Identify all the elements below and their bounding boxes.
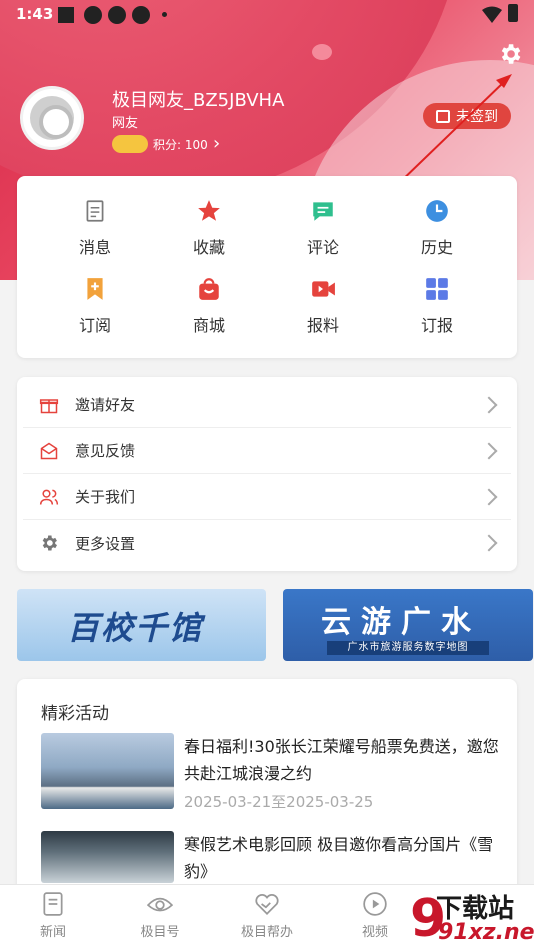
watermark-domain: 91xz.net	[438, 920, 534, 945]
menu-label: 意见反馈	[75, 442, 136, 460]
grid-item-report[interactable]: 报料	[268, 276, 378, 336]
message-icon	[86, 200, 104, 222]
chevron-right-icon	[480, 488, 498, 505]
feedback-icon	[40, 442, 58, 459]
activity-item[interactable]: 寒假艺术电影回顾 极目邀你看高分国片《雪豹》	[41, 831, 501, 891]
tab-label: 极目号	[140, 925, 180, 940]
wifi-icon	[482, 6, 502, 23]
activity-date: 2025-03-21至2025-03-25	[184, 793, 374, 811]
tab-video[interactable]: 视频	[335, 891, 415, 940]
app-notification-icon	[108, 6, 126, 24]
activity-title: 寒假艺术电影回顾 极目邀你看高分国片《雪豹》	[184, 835, 494, 881]
activity-thumbnail	[41, 733, 174, 809]
activities-card: 精彩活动 春日福利!30张长江荣耀号船票免费送，邀您共赴江城浪漫之约 2025-…	[17, 679, 517, 899]
activity-title: 春日福利!30张长江荣耀号船票免费送，邀您共赴江城浪漫之约	[184, 737, 499, 783]
clock-icon	[426, 200, 448, 222]
menu-item-feedback[interactable]: 意见反馈	[23, 428, 511, 474]
activity-item[interactable]: 春日福利!30张长江荣耀号船票免费送，邀您共赴江城浪漫之约 2025-03-21…	[41, 733, 501, 823]
shopping-bag-icon	[199, 278, 219, 300]
menu-item-invite[interactable]: 邀请好友	[23, 382, 511, 428]
gift-icon	[39, 398, 59, 413]
grid-label: 订报	[420, 316, 453, 335]
level-badge	[112, 135, 148, 153]
status-time: 1:43	[16, 5, 54, 23]
tab-jimu-help[interactable]: 极目帮办	[227, 891, 307, 940]
battery-icon	[508, 4, 518, 22]
more-notifications-icon	[162, 12, 167, 17]
grid-label: 商城	[192, 316, 225, 335]
star-icon	[198, 200, 220, 221]
checkin-button[interactable]: 未签到	[423, 103, 511, 129]
status-bar: 1:43	[0, 0, 534, 30]
grid-item-subscribe[interactable]: 订阅	[40, 276, 150, 336]
user-type-label: 网友	[112, 116, 139, 131]
grid-label: 历史	[420, 238, 453, 257]
video-icon	[312, 281, 335, 297]
tab-label: 新闻	[39, 925, 66, 940]
chevron-right-icon[interactable]: ›	[213, 133, 220, 154]
avatar[interactable]	[20, 86, 84, 150]
grid-icon	[426, 278, 448, 300]
shortcut-grid: 消息 收藏 评论 历史 订阅 商城 报料 订报	[17, 176, 517, 358]
tab-label: 视频	[361, 925, 388, 940]
banner-guangshui-tour[interactable]: 云游广水 广水市旅游服务数字地图	[283, 589, 533, 661]
bookmark-plus-icon	[87, 278, 103, 300]
menu-item-settings[interactable]: 更多设置	[23, 520, 511, 566]
app-notification-icon	[132, 6, 150, 24]
grid-item-history[interactable]: 历史	[382, 198, 492, 258]
banner-schools-museums[interactable]: 百校千馆	[17, 589, 266, 661]
chevron-right-icon	[480, 442, 498, 459]
tab-jimu-account[interactable]: 极目号	[120, 891, 200, 940]
grid-label: 报料	[306, 316, 339, 335]
banner-subtitle: 广水市旅游服务数字地图	[327, 641, 489, 655]
menu-item-about[interactable]: 关于我们	[23, 474, 511, 520]
menu-label: 邀请好友	[75, 396, 136, 414]
grid-label: 评论	[306, 238, 339, 257]
eye-icon	[147, 897, 173, 912]
grid-label: 消息	[78, 238, 111, 257]
tab-label: 极目帮办	[240, 925, 293, 940]
chevron-right-icon	[480, 534, 498, 552]
username[interactable]: 极目网友_BZ5JBVHA	[112, 86, 284, 112]
grid-item-mall[interactable]: 商城	[154, 276, 264, 336]
grid-item-newspaper[interactable]: 订报	[382, 276, 492, 336]
comment-icon	[313, 202, 333, 221]
banner-title: 云游广水	[321, 605, 481, 640]
menu-label: 关于我们	[75, 488, 136, 506]
tab-news[interactable]: 新闻	[13, 891, 93, 940]
notification-icon	[58, 7, 74, 23]
heart-hands-icon	[255, 894, 279, 915]
gear-icon	[42, 535, 57, 551]
users-icon	[39, 489, 59, 505]
app-notification-icon	[84, 6, 102, 24]
banner-title: 百校千馆	[67, 609, 204, 647]
points-label[interactable]: 积分: 100	[153, 136, 208, 153]
menu-label: 更多设置	[75, 534, 136, 553]
activities-title: 精彩活动	[41, 704, 109, 724]
grid-item-favorites[interactable]: 收藏	[154, 198, 264, 258]
menu-list: 邀请好友 意见反馈 关于我们 更多设置	[17, 377, 517, 571]
grid-item-comments[interactable]: 评论	[268, 198, 378, 258]
activity-thumbnail	[41, 831, 174, 883]
watermark-logo: 9 下载站 91xz.net	[408, 886, 534, 950]
grid-label: 订阅	[78, 316, 111, 335]
grid-label: 收藏	[192, 238, 225, 257]
settings-gear-icon[interactable]	[497, 41, 523, 67]
play-icon	[363, 892, 387, 916]
checkin-label: 未签到	[456, 109, 498, 125]
news-icon	[43, 892, 63, 916]
calendar-check-icon	[436, 109, 450, 123]
chevron-right-icon	[480, 396, 498, 413]
grid-item-messages[interactable]: 消息	[40, 198, 150, 258]
